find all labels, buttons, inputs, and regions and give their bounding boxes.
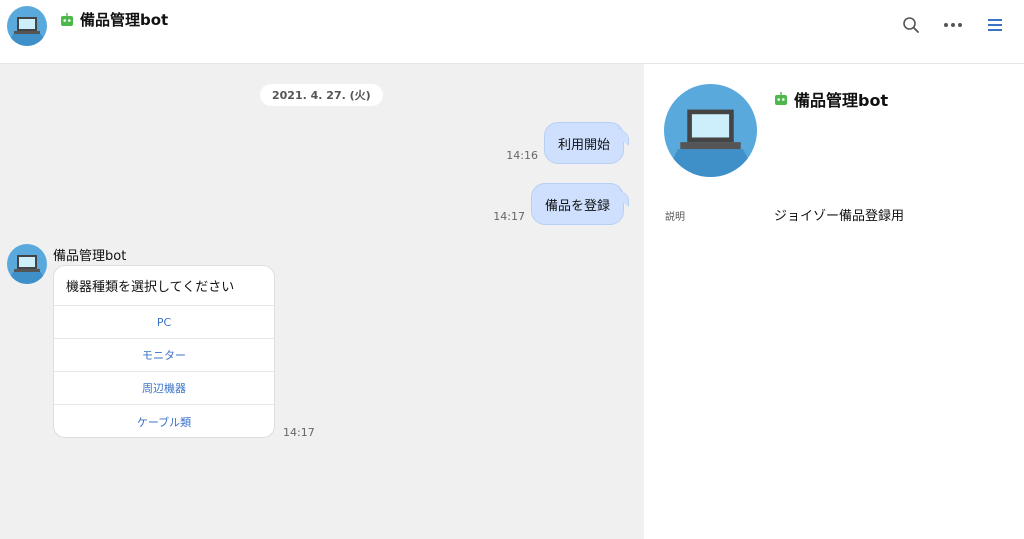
- message-time: 14:16: [506, 149, 538, 162]
- outgoing-message: 14:17 備品を登録: [493, 183, 624, 225]
- date-separator: 2021. 4. 27. (火): [260, 84, 383, 106]
- menu-icon: [988, 19, 1002, 31]
- selection-card: 機器種類を選択してください PC モニター 周辺機器 ケーブル類: [53, 265, 275, 438]
- message-bubble[interactable]: 備品を登録: [530, 183, 624, 225]
- chat-title-text: 備品管理bot: [80, 11, 169, 29]
- message-time: 14:17: [283, 426, 315, 439]
- bot-icon: [61, 12, 73, 26]
- option-cables-button[interactable]: ケーブル類: [54, 405, 274, 437]
- chat-area[interactable]: 2021. 4. 27. (火) 14:16 利用開始 14:17 備品を登録 …: [0, 64, 644, 539]
- profile-panel: 備品管理bot 説明 ジョイゾー備品登録用: [644, 64, 1024, 539]
- message-time: 14:17: [493, 210, 525, 223]
- profile-avatar: [664, 84, 757, 177]
- bot-avatar[interactable]: [7, 6, 47, 46]
- laptop-icon: [664, 109, 757, 177]
- chat-title: 備品管理bot: [60, 9, 168, 30]
- profile-name: 備品管理bot: [774, 87, 888, 111]
- search-icon: [903, 17, 919, 33]
- option-monitor-button[interactable]: モニター: [54, 339, 274, 372]
- laptop-icon: [7, 255, 47, 284]
- laptop-icon: [7, 17, 47, 46]
- option-pc-button[interactable]: PC: [54, 306, 274, 339]
- card-title: 機器種類を選択してください: [54, 266, 274, 306]
- sender-name: 備品管理bot: [53, 249, 127, 264]
- menu-button[interactable]: [984, 14, 1006, 36]
- chat-header: 備品管理bot: [0, 0, 1024, 64]
- profile-name-text: 備品管理bot: [794, 91, 889, 110]
- message-bubble[interactable]: 利用開始: [543, 122, 624, 164]
- outgoing-message: 14:16 利用開始: [506, 122, 624, 164]
- description-label: 説明: [665, 212, 685, 223]
- bot-icon: [775, 92, 787, 105]
- sender-avatar[interactable]: [7, 244, 47, 284]
- search-button[interactable]: [900, 14, 922, 36]
- more-button[interactable]: [942, 14, 964, 36]
- more-icon: [944, 23, 962, 27]
- description-value: ジョイゾー備品登録用: [774, 209, 905, 224]
- option-peripherals-button[interactable]: 周辺機器: [54, 372, 274, 405]
